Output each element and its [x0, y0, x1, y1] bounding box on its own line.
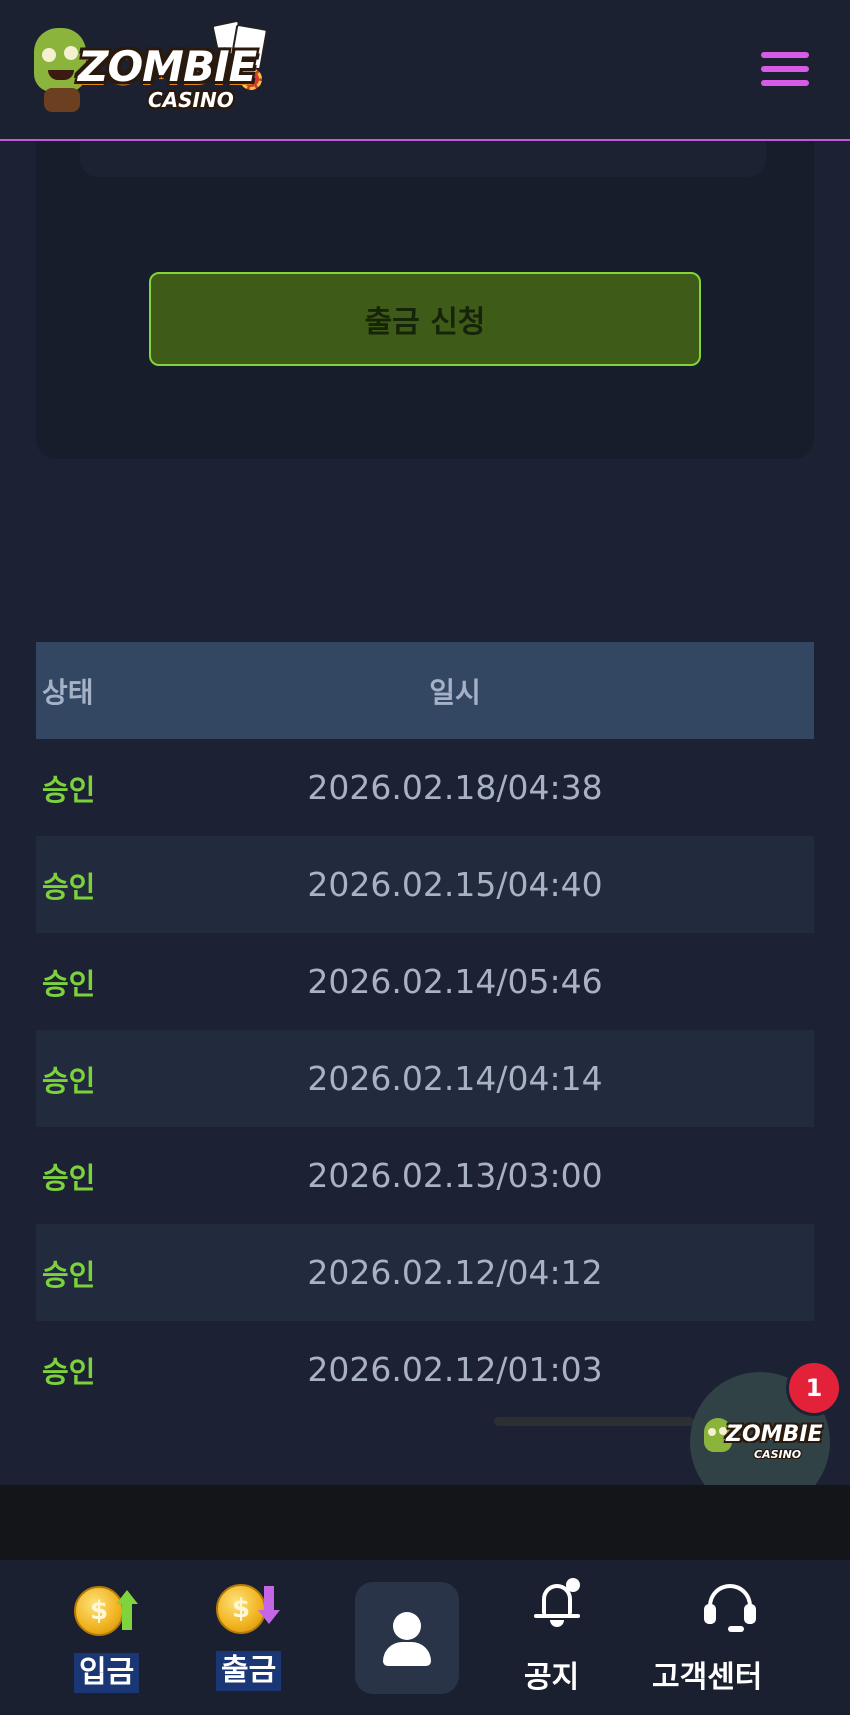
column-header-datetime: 일시: [429, 675, 481, 709]
nav-deposit[interactable]: 입금: [66, 1560, 156, 1715]
table-row: 승인 2026.02.14/04:14: [36, 1030, 814, 1127]
person-icon-body: [383, 1642, 431, 1666]
row-status: 승인: [42, 1160, 96, 1195]
floating-logo-subtext: CASINO: [754, 1448, 802, 1461]
table-row: 승인 2026.02.12/04:12: [36, 1224, 814, 1321]
app-header: ZOMBIE CASINO: [0, 0, 850, 141]
arrow-up-icon: [116, 1590, 138, 1604]
nav-deposit-label: 입금: [74, 1653, 140, 1693]
form-field-remnant: [80, 141, 766, 177]
row-datetime: 2026.02.14/05:46: [307, 962, 603, 1001]
row-datetime: 2026.02.15/04:40: [307, 865, 603, 904]
floating-chat-logo: ZOMBIE CASINO: [700, 1414, 823, 1470]
row-datetime: 2026.02.14/04:14: [307, 1059, 603, 1098]
menu-bar: [761, 80, 809, 86]
bell-notification-dot: [566, 1578, 580, 1592]
nav-withdraw-label: 출금: [216, 1651, 282, 1691]
row-status: 승인: [42, 966, 96, 1001]
nav-support[interactable]: 고객센터: [650, 1560, 786, 1715]
logo-text: ZOMBIE: [78, 42, 257, 91]
table-header: 상태 일시: [36, 642, 814, 739]
row-datetime: 2026.02.18/04:38: [307, 768, 603, 807]
table-row: 승인 2026.02.13/03:00: [36, 1127, 814, 1224]
floating-logo-text: ZOMBIE: [726, 1422, 823, 1447]
nav-withdraw[interactable]: 출금: [210, 1560, 300, 1715]
zombie-mascot-body: [44, 88, 80, 112]
table-horizontal-scrollbar[interactable]: [494, 1417, 694, 1426]
headset-ear-left: [704, 1604, 716, 1624]
bottom-navigation: 입금 출금 공지 고객센터: [0, 1560, 850, 1715]
withdraw-form-card: 출금 신청: [36, 141, 814, 459]
nav-support-label: 고객센터: [652, 1660, 763, 1695]
notification-badge: 1: [786, 1360, 842, 1416]
menu-bar: [761, 66, 809, 72]
row-status: 승인: [42, 869, 96, 904]
table-row: 승인 2026.02.12/01:03: [36, 1321, 814, 1418]
arrow-down-shaft: [264, 1586, 274, 1612]
withdraw-request-button[interactable]: 출금 신청: [149, 272, 701, 366]
headset-mic: [728, 1626, 744, 1632]
arrow-up-shaft: [122, 1604, 132, 1630]
footer-strip: [0, 1485, 850, 1560]
menu-bar: [761, 52, 809, 58]
row-datetime: 2026.02.12/04:12: [307, 1253, 603, 1292]
logo-subtext: CASINO: [148, 88, 234, 112]
arrow-down-icon: [258, 1610, 280, 1624]
person-icon: [393, 1612, 421, 1640]
withdraw-history-table: 상태 일시 승인 2026.02.18/04:38 승인 2026.02.15/…: [36, 642, 814, 1418]
coin-down-arrow-icon: [216, 1584, 266, 1634]
hamburger-menu-icon[interactable]: [758, 48, 812, 90]
bell-icon-clapper: [550, 1620, 564, 1627]
row-status: 승인: [42, 1063, 96, 1098]
headset-ear-right: [744, 1604, 756, 1624]
nav-notice-label: 공지: [524, 1660, 580, 1695]
nav-profile-button[interactable]: [355, 1582, 459, 1694]
row-datetime: 2026.02.12/01:03: [307, 1350, 603, 1389]
headset-icon: [686, 1560, 776, 1640]
column-header-status: 상태: [42, 675, 94, 709]
zombie-casino-logo[interactable]: ZOMBIE CASINO: [30, 19, 270, 120]
bell-icon-base: [534, 1614, 580, 1618]
nav-notice[interactable]: 공지: [520, 1560, 596, 1715]
row-datetime: 2026.02.13/03:00: [307, 1156, 603, 1195]
table-row: 승인 2026.02.18/04:38: [36, 739, 814, 836]
table-row: 승인 2026.02.14/05:46: [36, 933, 814, 1030]
row-status: 승인: [42, 1257, 96, 1292]
row-status: 승인: [42, 1354, 96, 1389]
row-status: 승인: [42, 772, 96, 807]
table-row: 승인 2026.02.15/04:40: [36, 836, 814, 933]
